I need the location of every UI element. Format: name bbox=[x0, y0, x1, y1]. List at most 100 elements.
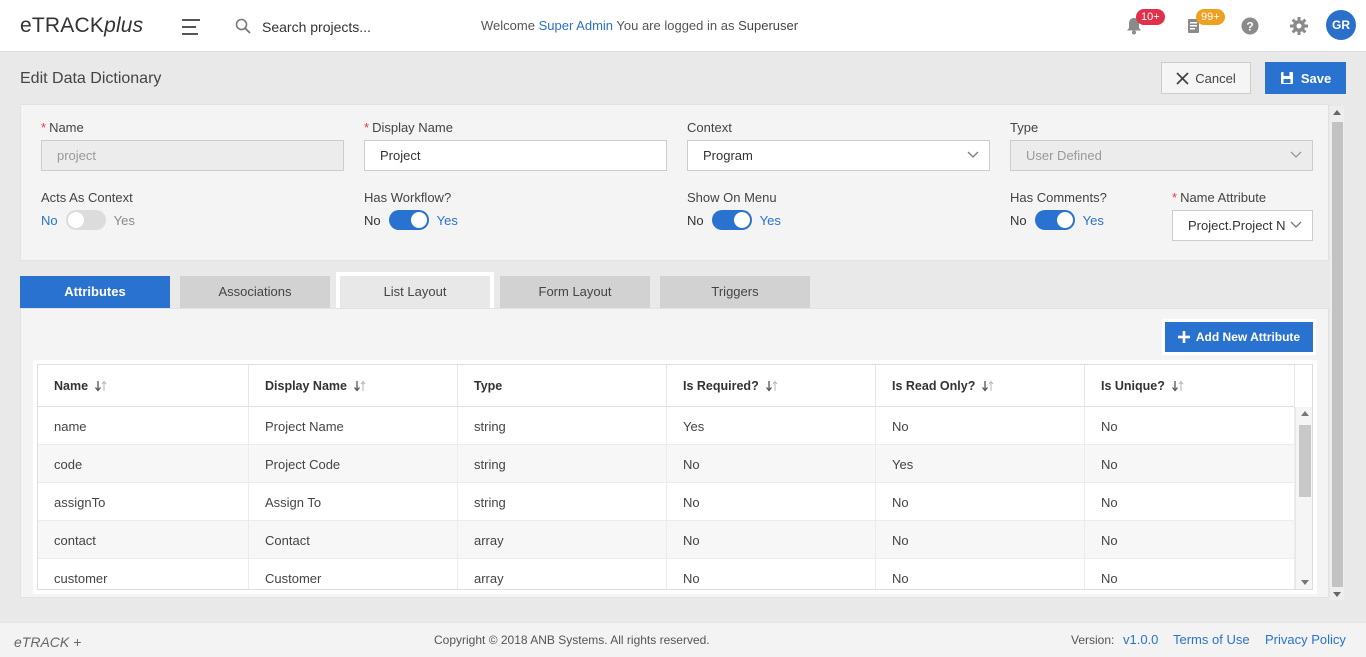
cancel-label: Cancel bbox=[1195, 70, 1236, 86]
scroll-down-icon[interactable] bbox=[1301, 580, 1309, 585]
privacy-policy-link[interactable]: Privacy Policy bbox=[1265, 632, 1346, 647]
cell-name: name bbox=[38, 407, 249, 445]
column-header-type: Type bbox=[458, 365, 667, 407]
chevron-down-icon bbox=[967, 151, 979, 158]
app-logo[interactable]: eTRACKplus bbox=[20, 14, 143, 38]
has-comments-label: Has Comments? bbox=[1010, 190, 1107, 205]
tab-associations[interactable]: Associations bbox=[180, 276, 330, 308]
sort-icon[interactable] bbox=[981, 379, 995, 393]
toggle-yes-label: Yes bbox=[759, 212, 781, 228]
scroll-up-icon[interactable] bbox=[1301, 411, 1309, 416]
scroll-up-icon[interactable] bbox=[1333, 110, 1341, 115]
attributes-table: Name Display Name Type Is Required? Is R… bbox=[33, 360, 1317, 594]
sort-icon[interactable] bbox=[94, 379, 108, 393]
table-row[interactable]: name Project Name string Yes No No bbox=[38, 407, 1295, 445]
has-comments-toggle-row: No Yes bbox=[1010, 210, 1104, 230]
tab-list-layout[interactable]: List Layout bbox=[336, 272, 494, 312]
chevron-down-icon bbox=[1290, 151, 1302, 158]
acts-as-context-label: Acts As Context bbox=[41, 190, 133, 205]
cell-is-read-only: Yes bbox=[876, 445, 1085, 483]
table-row[interactable]: customer Customer array No No No bbox=[38, 559, 1295, 589]
terms-of-use-link[interactable]: Terms of Use bbox=[1173, 632, 1250, 647]
welcome-message: Welcome Super Admin You are logged in as… bbox=[481, 18, 799, 33]
cell-display-name: Assign To bbox=[249, 483, 458, 521]
sort-icon[interactable] bbox=[765, 379, 779, 393]
tab-triggers[interactable]: Triggers bbox=[660, 276, 810, 308]
copyright-text: Copyright © 2018 ANB Systems. All rights… bbox=[434, 633, 710, 647]
cell-type: array bbox=[458, 559, 667, 589]
has-comments-toggle[interactable] bbox=[1034, 210, 1075, 230]
gear-icon[interactable] bbox=[1289, 16, 1309, 36]
save-icon bbox=[1280, 72, 1293, 84]
name-field[interactable]: project bbox=[41, 140, 344, 171]
has-workflow-toggle-row: No Yes bbox=[364, 210, 458, 230]
type-select[interactable]: User Defined bbox=[1010, 140, 1313, 171]
cell-name: code bbox=[38, 445, 249, 483]
svg-text:?: ? bbox=[1246, 20, 1253, 34]
tasks-badge: 99+ bbox=[1196, 9, 1225, 25]
user-name-link[interactable]: Super Admin bbox=[539, 18, 613, 33]
sort-icon[interactable] bbox=[353, 379, 367, 393]
cell-is-unique: No bbox=[1085, 559, 1295, 589]
cell-type: string bbox=[458, 445, 667, 483]
save-button[interactable]: Save bbox=[1265, 62, 1346, 94]
table-header: Name Display Name Type Is Required? Is R… bbox=[38, 365, 1295, 407]
column-header-name[interactable]: Name bbox=[38, 365, 249, 407]
table-row[interactable]: code Project Code string No Yes No bbox=[38, 445, 1295, 483]
tab-form-layout[interactable]: Form Layout bbox=[500, 276, 650, 308]
context-select[interactable]: Program bbox=[687, 140, 990, 171]
toggle-no-label: No bbox=[41, 212, 58, 228]
cell-is-required: Yes bbox=[667, 407, 876, 445]
toggle-no-label: No bbox=[1010, 212, 1027, 228]
cell-is-required: No bbox=[667, 445, 876, 483]
table-row[interactable]: assignTo Assign To string No No No bbox=[38, 483, 1295, 521]
column-header-is-unique[interactable]: Is Unique? bbox=[1085, 365, 1295, 407]
show-on-menu-label: Show On Menu bbox=[687, 190, 777, 205]
show-on-menu-toggle-row: No Yes bbox=[687, 210, 781, 230]
has-workflow-toggle[interactable] bbox=[388, 210, 429, 230]
search-input[interactable] bbox=[262, 15, 462, 39]
display-name-field[interactable]: Project bbox=[364, 140, 667, 171]
close-icon bbox=[1176, 71, 1189, 85]
show-on-menu-toggle[interactable] bbox=[711, 210, 752, 230]
scrollbar-thumb[interactable] bbox=[1299, 425, 1311, 497]
cell-is-unique: No bbox=[1085, 483, 1295, 521]
scroll-down-icon[interactable] bbox=[1333, 592, 1341, 597]
acts-as-context-toggle-row: No Yes bbox=[41, 210, 135, 230]
menu-toggle-icon[interactable] bbox=[182, 19, 200, 35]
has-workflow-label: Has Workflow? bbox=[364, 190, 452, 205]
sort-icon[interactable] bbox=[1171, 379, 1185, 393]
add-new-attribute-label: Add New Attribute bbox=[1195, 330, 1301, 344]
cell-display-name: Contact bbox=[249, 521, 458, 559]
top-bar: eTRACKplus Welcome Super Admin You are l… bbox=[0, 0, 1366, 52]
table-row[interactable]: contact Contact array No No No bbox=[38, 521, 1295, 559]
cell-is-required: No bbox=[667, 521, 876, 559]
name-label: * Name bbox=[41, 120, 84, 135]
page-scrollbar[interactable] bbox=[1330, 106, 1344, 600]
chevron-down-icon bbox=[1290, 221, 1302, 228]
column-header-is-required[interactable]: Is Required? bbox=[667, 365, 876, 407]
toggle-yes-label: Yes bbox=[113, 212, 135, 228]
cell-is-unique: No bbox=[1085, 521, 1295, 559]
tab-attributes[interactable]: Attributes bbox=[20, 276, 170, 308]
help-icon[interactable]: ? bbox=[1240, 16, 1260, 36]
table-scrollbar[interactable] bbox=[1295, 407, 1312, 589]
acts-as-context-toggle[interactable] bbox=[65, 210, 106, 230]
cell-type: string bbox=[458, 483, 667, 521]
toggle-no-label: No bbox=[687, 212, 704, 228]
cell-is-unique: No bbox=[1085, 407, 1295, 445]
column-header-display-name[interactable]: Display Name bbox=[249, 365, 458, 407]
cell-type: string bbox=[458, 407, 667, 445]
toggle-yes-label: Yes bbox=[436, 212, 458, 228]
cell-display-name: Project Name bbox=[249, 407, 458, 445]
cell-name: customer bbox=[38, 559, 249, 589]
cell-is-read-only: No bbox=[876, 559, 1085, 589]
scrollbar-thumb[interactable] bbox=[1332, 122, 1343, 587]
column-header-is-read-only[interactable]: Is Read Only? bbox=[876, 365, 1085, 407]
cell-name: contact bbox=[38, 521, 249, 559]
cancel-button[interactable]: Cancel bbox=[1161, 62, 1251, 94]
cell-is-unique: No bbox=[1085, 445, 1295, 483]
name-attribute-select[interactable]: Project.Project N bbox=[1172, 210, 1313, 241]
avatar[interactable]: GR bbox=[1326, 10, 1356, 40]
add-new-attribute-button[interactable]: Add New Attribute bbox=[1162, 319, 1316, 355]
